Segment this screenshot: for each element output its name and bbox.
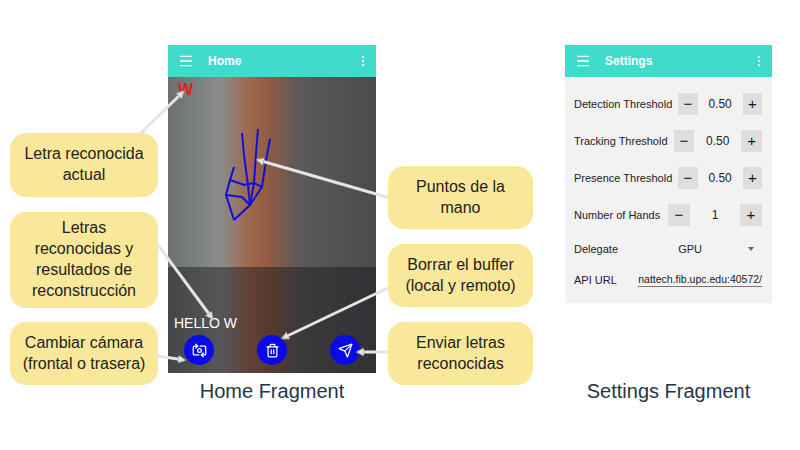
settings-caption: Settings Fragment <box>560 380 777 403</box>
callout-arrow <box>158 245 212 318</box>
results-band: HELLO W <box>168 267 376 373</box>
overflow-menu-icon[interactable] <box>356 54 370 68</box>
setting-value: 0.50 <box>700 134 735 148</box>
action-buttons <box>174 335 370 365</box>
increment-button[interactable]: + <box>743 93 762 115</box>
setting-label: Number of Hands <box>574 209 662 221</box>
send-button[interactable] <box>330 335 360 365</box>
settings-list: Detection Threshold−0.50+Tracking Thresh… <box>565 77 772 303</box>
settings-toolbar: Settings <box>565 45 772 77</box>
trash-icon <box>265 343 280 358</box>
current-letter: W <box>168 77 376 103</box>
setting-label: Delegate <box>574 243 672 255</box>
settings-row: Delegate GPU <box>574 233 762 264</box>
dropdown-arrow-icon <box>748 247 754 251</box>
setting-label: API URL <box>574 274 632 286</box>
toolbar-title: Home <box>208 54 342 68</box>
home-screen: Home W HELLO W <box>168 45 376 373</box>
delegate-select[interactable]: GPU <box>678 243 762 255</box>
setting-value: 0.50 <box>704 171 737 185</box>
decrement-button[interactable]: − <box>674 130 695 152</box>
decrement-button[interactable]: − <box>678 93 697 115</box>
toolbar-title: Settings <box>605 54 738 68</box>
settings-screen: SettingsDetection Threshold−0.50+Trackin… <box>565 45 772 303</box>
decrement-button[interactable]: − <box>678 167 697 189</box>
menu-icon[interactable] <box>575 53 591 69</box>
send-icon <box>338 343 353 358</box>
setting-value: 1 <box>696 208 734 222</box>
switch-camera-icon <box>192 343 207 358</box>
home-caption: Home Fragment <box>168 380 376 403</box>
increment-button[interactable]: + <box>741 130 762 152</box>
callout: Enviar letras reconocidas <box>388 322 533 385</box>
switch-camera-button[interactable] <box>184 335 214 365</box>
callout: Borrar el buffer (local y remoto) <box>388 244 533 307</box>
overflow-menu-icon[interactable] <box>752 54 766 68</box>
callout: Letras reconocidas y resultados de recon… <box>10 212 158 308</box>
home-toolbar: Home <box>168 45 376 77</box>
callout-arrow <box>158 356 184 360</box>
menu-icon[interactable] <box>178 53 194 69</box>
settings-row: API URL nattech.fib.upc.edu:40572/ <box>574 264 762 295</box>
camera-preview: W HELLO W <box>168 77 376 373</box>
setting-label: Tracking Threshold <box>574 135 668 147</box>
increment-button[interactable]: + <box>740 204 762 226</box>
callout-arrow <box>358 351 390 354</box>
setting-value: 0.50 <box>704 97 737 111</box>
setting-label: Presence Threshold <box>574 172 672 184</box>
clear-buffer-button[interactable] <box>257 335 287 365</box>
hand-landmarks-icon <box>220 125 280 225</box>
callout: Letra reconocida actual <box>10 133 158 197</box>
url-field[interactable]: nattech.fib.upc.edu:40572/ <box>638 273 762 287</box>
callout-arrow <box>140 92 183 134</box>
figure-canvas: HomeWHELLO WSettingsDetection Threshold−… <box>0 0 800 450</box>
decrement-button[interactable]: − <box>668 204 690 226</box>
callout: Cambiar cámara (frontal o trasera) <box>10 322 158 385</box>
settings-row: Detection Threshold−0.50 + <box>574 85 762 122</box>
callout: Puntos de la mano <box>388 166 533 229</box>
callout-arrow <box>283 286 392 338</box>
increment-button[interactable]: + <box>743 167 762 189</box>
settings-row: Number of Hands−1 + <box>574 196 762 233</box>
recognized-text: HELLO W <box>174 315 370 331</box>
setting-label: Detection Threshold <box>574 98 672 110</box>
callout-arrow <box>258 160 390 198</box>
settings-row: Presence Threshold−0.50 + <box>574 159 762 196</box>
settings-row: Tracking Threshold−0.50 + <box>574 122 762 159</box>
